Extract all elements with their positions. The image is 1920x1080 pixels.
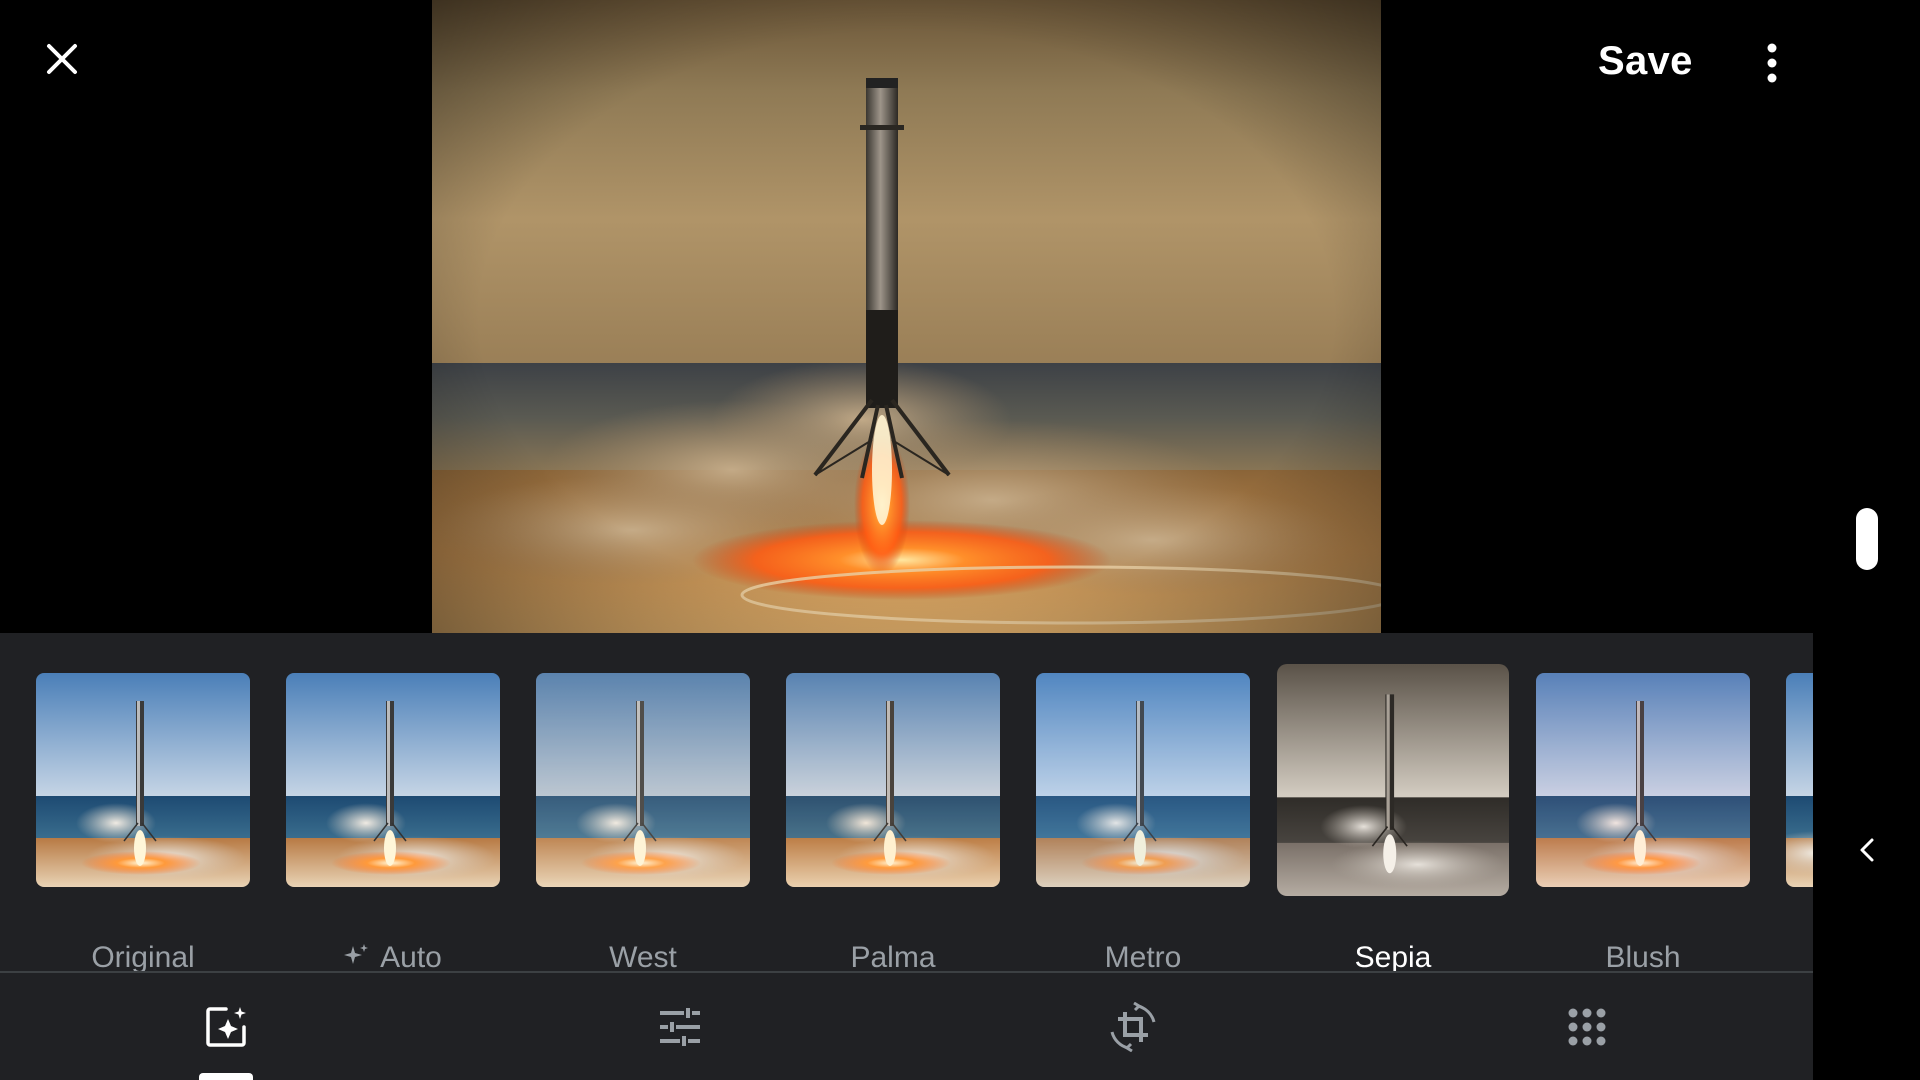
filter-sepia[interactable]: Sepia (1277, 664, 1509, 971)
filters-strip[interactable]: Original Auto West Palma Metro Sepia Blu… (0, 633, 1813, 971)
filter-label: Sepia (1354, 941, 1432, 971)
filter-thumbnail (286, 673, 500, 887)
filter-thumbnail (536, 673, 750, 887)
tab-crop[interactable] (1103, 999, 1163, 1055)
filter-label: Auto (380, 941, 442, 971)
filter-label: Blush (1605, 941, 1681, 971)
edit-panel: Original Auto West Palma Metro Sepia Blu… (0, 633, 1813, 1080)
suggestions-icon (206, 1007, 246, 1047)
more-vert-icon (1767, 43, 1777, 83)
filter-blush[interactable]: Blush (1536, 673, 1750, 971)
filter-thumbnail (786, 673, 1000, 887)
filter-thumbnail (1277, 664, 1509, 896)
grid-dots-icon (1568, 1008, 1606, 1046)
filter-west[interactable]: West (536, 673, 750, 971)
filter-thumbnail (1036, 673, 1250, 887)
filter-auto[interactable]: Auto (286, 673, 500, 971)
expand-panel-button[interactable] (1850, 830, 1884, 870)
sparkle-icon (344, 944, 369, 964)
edit-tools-bar (0, 973, 1813, 1080)
filter-metro[interactable]: Metro (1036, 673, 1250, 971)
filter-palma[interactable]: Palma (786, 673, 1000, 971)
tab-more-tools[interactable] (1557, 999, 1617, 1055)
main-photo (432, 0, 1381, 633)
filter-original[interactable]: Original (36, 673, 250, 971)
save-button[interactable]: Save (1598, 36, 1693, 86)
scroll-handle[interactable] (1856, 508, 1878, 570)
more-options-button[interactable] (1755, 40, 1789, 86)
filter-thumbnail (1786, 673, 1813, 887)
close-button[interactable] (40, 37, 84, 81)
crop-rotate-icon (1110, 1002, 1156, 1052)
filter-label: Metro (1104, 941, 1182, 971)
filter-partial[interactable] (1786, 673, 1813, 887)
filter-label: West (609, 941, 677, 971)
close-icon (47, 44, 77, 74)
filter-thumbnail (36, 673, 250, 887)
active-tab-indicator (199, 1073, 253, 1080)
adjust-sliders-icon (660, 1008, 700, 1046)
filter-label: Palma (850, 941, 936, 971)
filter-thumbnail (1536, 673, 1750, 887)
filter-label: Original (91, 941, 195, 971)
chevron-left-icon (1860, 838, 1874, 862)
tab-suggestions[interactable] (196, 999, 256, 1055)
tab-adjust[interactable] (650, 999, 710, 1055)
filter-label-row: Auto (286, 941, 500, 971)
